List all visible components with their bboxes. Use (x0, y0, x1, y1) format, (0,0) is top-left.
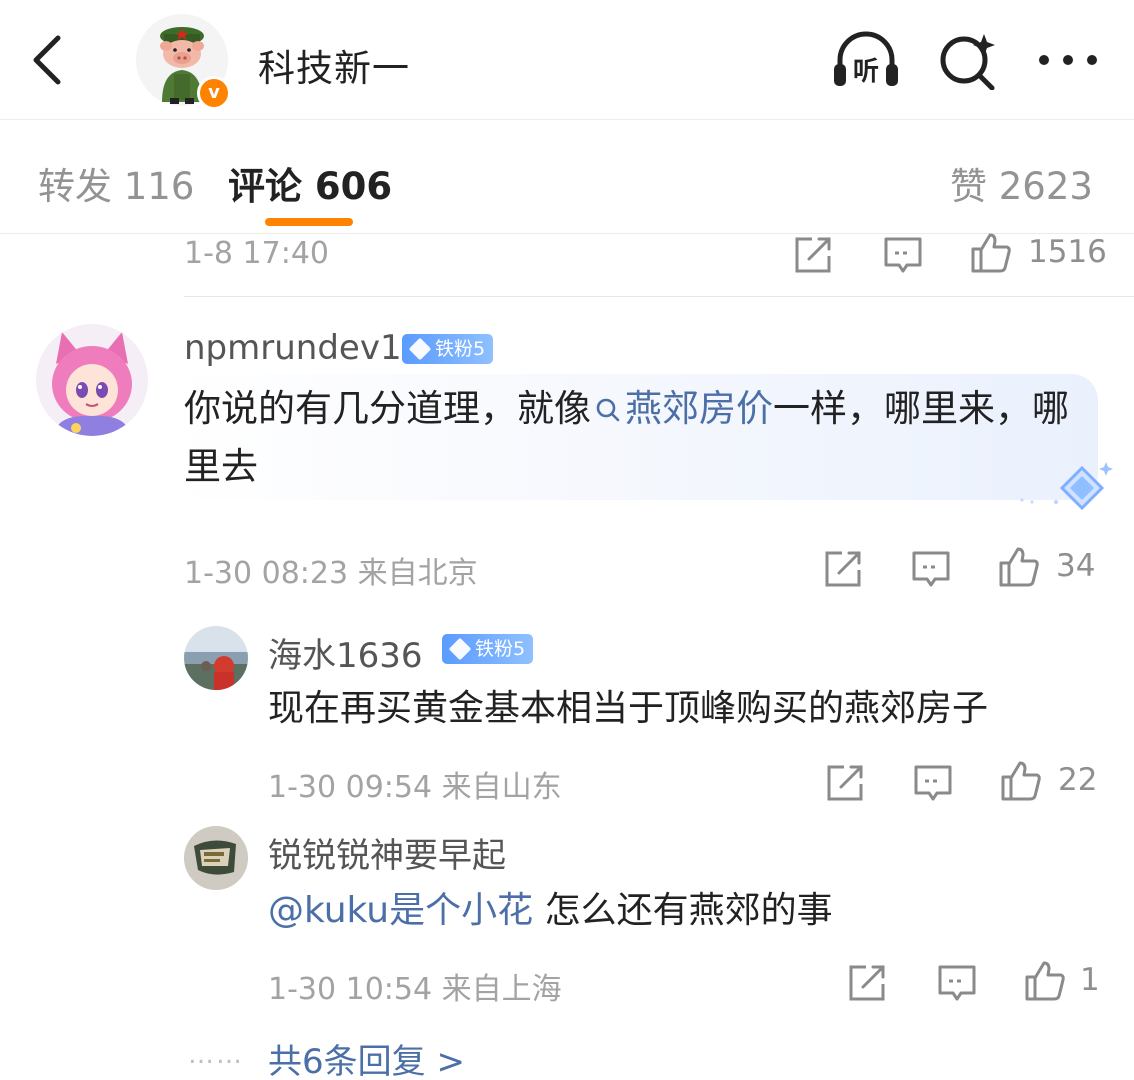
comment-location: 来自北京 (357, 556, 478, 591)
comment-divider (184, 296, 1134, 297)
anime-cat-girl-avatar-image (36, 324, 148, 436)
like-thumb-icon[interactable] (1000, 760, 1042, 802)
like-count: 1 (1080, 962, 1100, 998)
author-name[interactable]: 科技新一 (258, 38, 410, 92)
reply-location: 来自山东 (441, 770, 562, 805)
mention-link[interactable]: @kuku是个小花 (268, 890, 533, 931)
comment-icon[interactable] (882, 234, 924, 276)
repost-icon[interactable] (846, 962, 888, 1004)
more-dots-icon[interactable] (1032, 30, 1104, 90)
fan-level-label: 铁粉5 (475, 638, 526, 660)
reply-body: @kuku是个小花 怎么还有燕郊的事 (268, 882, 833, 940)
like-count: 1516 (1028, 234, 1107, 270)
back-arrow-icon[interactable] (28, 34, 68, 86)
comment-time: 1-8 17:40 (184, 236, 329, 271)
fan-level-label: 铁粉5 (435, 338, 486, 360)
like-count: 22 (1058, 762, 1098, 798)
like-thumb-icon[interactable] (998, 546, 1040, 588)
like-count: 34 (1056, 548, 1096, 584)
hand-photo-avatar-image (184, 826, 248, 890)
comment-time-value: 1-30 08:23 (184, 556, 349, 591)
repost-icon[interactable] (822, 548, 864, 590)
verified-badge: v (197, 76, 231, 110)
comment-icon[interactable] (936, 962, 978, 1004)
search-sparkle-icon[interactable] (934, 30, 1006, 90)
repost-icon[interactable] (824, 762, 866, 804)
repost-icon[interactable] (792, 234, 834, 276)
comment-body: 你说的有几分道理，就像 燕郊房价一样，哪里来，哪里去 (184, 380, 1084, 496)
reply-time-value: 1-30 10:54 (268, 972, 433, 1007)
view-more-replies-link[interactable]: 共6条回复 > (268, 1034, 465, 1080)
topic-link[interactable]: 燕郊房价 (591, 387, 773, 430)
tab-repost-label: 转发 (38, 165, 112, 208)
tab-comment-label: 评论 (228, 165, 302, 208)
reply-body: 现在再买黄金基本相当于顶峰购买的燕郊房子 (268, 688, 989, 729)
reply-user-name[interactable]: 海水1636 (268, 628, 423, 677)
reply-time-value: 1-30 09:54 (268, 770, 433, 805)
like-thumb-icon[interactable] (970, 232, 1012, 274)
seaside-photo-avatar-image (184, 626, 248, 690)
reply-location: 来自上海 (441, 972, 562, 1007)
top-bar: v 科技新一 听 (0, 0, 1134, 120)
listen-label: 听 (853, 57, 879, 87)
more-replies-dots: …… (188, 1040, 244, 1070)
diamond-icon (448, 637, 472, 661)
comment-icon[interactable] (912, 762, 954, 804)
reply-avatar[interactable] (184, 826, 248, 890)
reply-avatar[interactable] (184, 626, 248, 690)
tab-repost-count: 116 (123, 165, 195, 208)
search-icon (596, 398, 620, 422)
reply-text: 怎么还有燕郊的事 (544, 890, 833, 931)
active-tab-indicator (265, 218, 353, 226)
diamond-icon (408, 337, 432, 361)
listen-headphones-icon[interactable]: 听 (830, 30, 902, 90)
tab-like-count: 2623 (998, 165, 1093, 208)
reply-time: 1-30 10:54 来自上海 (268, 964, 562, 1008)
commenter-avatar[interactable] (36, 324, 148, 436)
like-thumb-icon[interactable] (1024, 960, 1066, 1002)
reply-user-name[interactable]: 锐锐锐神要早起 (268, 828, 506, 877)
tab-like[interactable]: 赞 2623 (950, 156, 1093, 210)
tab-comment-count: 606 (314, 165, 393, 208)
fan-level-badge: 铁粉5 (402, 334, 494, 364)
comment-icon[interactable] (910, 548, 952, 590)
fan-level-badge: 铁粉5 (442, 634, 534, 664)
tab-comment[interactable]: 评论 606 (228, 156, 392, 210)
commenter-name[interactable]: npmrundev1 (184, 328, 402, 368)
comment-text-before: 你说的有几分道理，就像 (184, 387, 591, 430)
post-tabs: 转发 116 评论 606 赞 2623 (0, 120, 1134, 234)
topic-label: 燕郊房价 (625, 387, 773, 430)
tab-like-label: 赞 (950, 165, 987, 208)
comment-time: 1-30 08:23 来自北京 (184, 548, 478, 592)
reply-time: 1-30 09:54 来自山东 (268, 762, 562, 806)
tab-repost[interactable]: 转发 116 (38, 156, 194, 210)
